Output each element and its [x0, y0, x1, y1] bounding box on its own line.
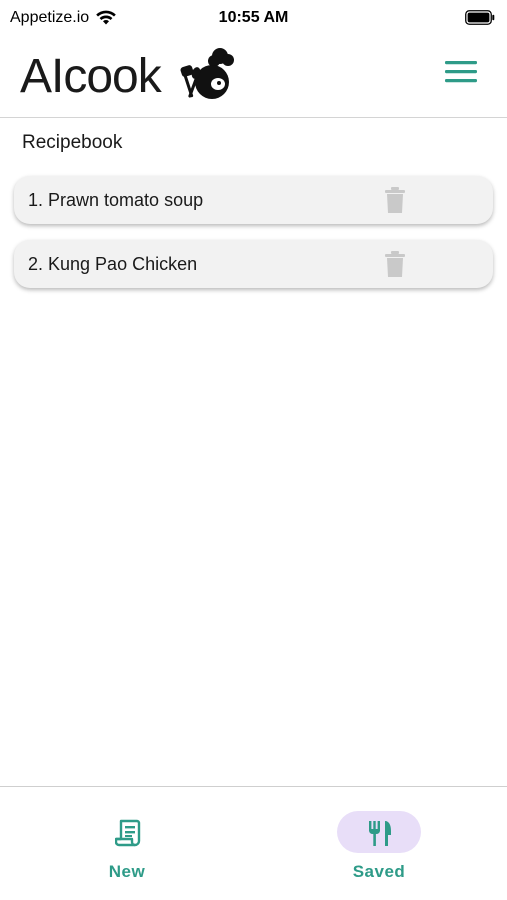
nav-icon-container: [85, 811, 169, 853]
recipe-list: 1. Prawn tomato soup 2. Kung Pao Chicken: [14, 176, 493, 304]
nav-label-saved: Saved: [352, 862, 406, 881]
restaurant-icon: [369, 821, 391, 846]
trash-icon: [385, 251, 405, 277]
recipe-card[interactable]: 2. Kung Pao Chicken: [14, 240, 493, 288]
hamburger-menu-icon: [445, 61, 477, 83]
delete-recipe-button[interactable]: [385, 187, 405, 213]
trash-icon: [385, 187, 405, 213]
recipe-card[interactable]: 1. Prawn tomato soup: [14, 176, 493, 224]
nav-item-saved[interactable]: Saved: [319, 811, 439, 891]
app-logo-text: AIcook: [20, 50, 162, 103]
bottom-navigation: New Saved: [0, 786, 507, 900]
recipe-name: 1. Prawn tomato soup: [28, 190, 204, 210]
status-bar: Appetize.io 10:55 AM: [0, 0, 507, 38]
receipt-icon: [115, 819, 141, 847]
status-time: 10:55 AM: [218, 9, 289, 26]
page-title: Recipebook: [22, 132, 123, 153]
battery-icon: [465, 10, 495, 25]
menu-button[interactable]: [441, 56, 481, 88]
nav-item-new[interactable]: New: [67, 811, 187, 891]
app-header: AIcook: [0, 38, 507, 118]
chef-mascot-icon: [180, 48, 234, 99]
nav-icon-container-active: [337, 811, 421, 853]
delete-recipe-button[interactable]: [385, 251, 405, 277]
recipe-name: 2. Kung Pao Chicken: [28, 254, 198, 274]
nav-label-new: New: [108, 862, 146, 881]
